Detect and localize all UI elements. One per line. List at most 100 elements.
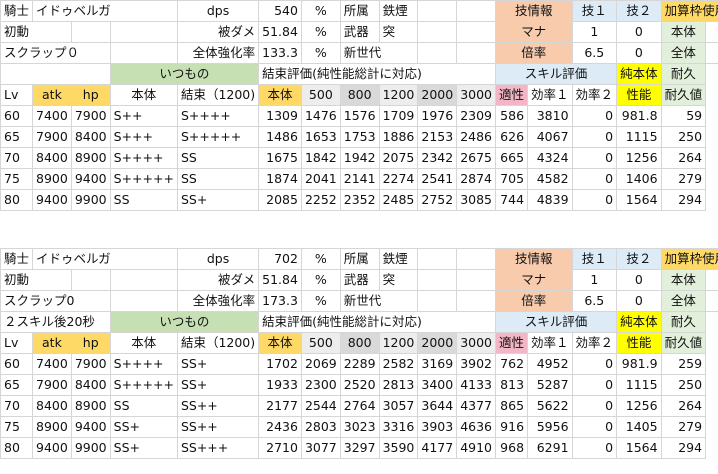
col-lv: Lv — [0, 332, 34, 354]
table-cell: 1115 — [616, 374, 662, 396]
table-cell: 3085 — [456, 189, 497, 211]
col-durability: 耐久値 — [660, 332, 707, 354]
table-row: 65 7900 8400 S+++ S+++++ 1486 1653 1753 1886 2153… — [0, 126, 718, 148]
table-cell: 4133 — [456, 374, 497, 396]
table-cell: 2252 — [300, 189, 341, 211]
table-row: 75 8900 9400 S+++++ SS 1874 2041 2141 2274 2541 28… — [0, 168, 718, 190]
table-cell: 1874 — [258, 168, 302, 190]
table-cell: 5622 — [527, 395, 573, 417]
table-cell: 1564 — [616, 437, 662, 459]
col-3000: 3000 — [456, 332, 497, 354]
table-cell: 2520 — [339, 374, 380, 396]
table-row: 80 9400 9900 SS SS+ 2085 2252 2352 2485 2752 3085 7… — [0, 189, 718, 211]
table-cell: SS — [176, 168, 260, 190]
overall-boost-label: 全体強化率 — [176, 42, 260, 64]
table-row: 80 9400 9900 SS+ SS+++ 2710 3077 3297 3590 4177 49… — [0, 437, 718, 459]
col-hp: hp — [70, 332, 111, 354]
table-cell: 80 — [0, 189, 34, 211]
affiliation-value: 鉄煙 — [378, 0, 419, 22]
table-cell: 2352 — [339, 189, 380, 211]
table-cell: 250 — [660, 126, 707, 148]
table-cell: 1576 — [339, 105, 380, 127]
table-cell: 4377 — [456, 395, 497, 417]
skill-eval-header: スキル評価 — [495, 63, 618, 85]
bond-eval-header: 結束評価(純性能総計に対応) — [258, 63, 497, 85]
table-cell: 1976 — [417, 105, 458, 127]
table-cell: 2300 — [300, 374, 341, 396]
table-cell: 264 — [660, 147, 707, 169]
generation-value: 新世代 — [339, 42, 419, 64]
overall-label: 全体 — [660, 290, 707, 312]
table-cell: 0 — [571, 353, 618, 375]
table-cell: 4177 — [417, 437, 458, 459]
table-cell: 981.8 — [616, 105, 662, 127]
table-cell: 279 — [660, 416, 707, 438]
table-cell: 6291 — [527, 437, 573, 459]
table-cell: 4582 — [527, 168, 573, 190]
table-cell: 2710 — [258, 437, 302, 459]
table-cell: 3810 — [527, 105, 573, 127]
data-body-2: 60 7400 7900 S++++ SS+ 1702 2069 2289 2582 3169 39… — [0, 353, 718, 459]
table-cell: 1256 — [616, 147, 662, 169]
affiliation-label: 所属 — [339, 248, 380, 270]
weapon-value: 突 — [378, 21, 419, 43]
table-cell: SS — [176, 147, 260, 169]
body-label: 本体 — [660, 269, 707, 291]
mana-skill1: 1 — [571, 269, 618, 291]
table-cell: 1564 — [616, 189, 662, 211]
table-block-1: 騎士 イドゥベルガ dps 540 % 所属 鉄煙 技情報 技１ 技２ 加算枠使… — [0, 0, 718, 211]
weapon-label: 武器 — [339, 21, 380, 43]
table-cell: 0 — [571, 168, 618, 190]
pct-unit: % — [300, 0, 341, 22]
table-cell: 8400 — [70, 126, 111, 148]
table-cell: 9400 — [70, 168, 111, 190]
col-2000: 2000 — [417, 332, 458, 354]
table-cell: 7900 — [32, 374, 72, 396]
table-cell: 0 — [571, 416, 618, 438]
info-row-2: 初動 被ダメ 51.84 % 武器 突 マナ 1 0 本体 0 — [0, 21, 718, 43]
table-cell: S+++++ — [109, 374, 178, 396]
col-body-score: 本体 — [258, 84, 302, 106]
table-cell: SS+ — [176, 374, 260, 396]
table-cell: 8400 — [32, 395, 72, 417]
table-cell: SS+ — [109, 416, 178, 438]
table-cell: 2141 — [339, 168, 380, 190]
usual-header: いつもの — [109, 63, 260, 85]
overall-usage: 0 — [705, 42, 718, 64]
table-cell: 7400 — [32, 353, 72, 375]
table-cell: 626 — [495, 126, 529, 148]
affiliation-value: 鉄煙 — [378, 248, 419, 270]
table-cell: 1933 — [258, 374, 302, 396]
col-lv: Lv — [0, 84, 34, 106]
pct-unit: % — [300, 290, 341, 312]
table-cell: 264 — [660, 395, 707, 417]
pct-unit: % — [300, 248, 341, 270]
table-cell: 2486 — [456, 126, 497, 148]
tech-info-header: 技情報 — [495, 248, 573, 270]
body-usage: 0 — [705, 21, 718, 43]
pct-unit: % — [300, 21, 341, 43]
table-cell: 9400 — [32, 437, 72, 459]
table-cell: 70 — [0, 395, 34, 417]
table-cell: 4636 — [456, 416, 497, 438]
initial-label: 初動 — [0, 21, 72, 43]
table-cell: 1476 — [300, 105, 341, 127]
table-cell: 59 — [660, 105, 707, 127]
initial-label: 初動 — [0, 269, 72, 291]
table-cell: S++ — [109, 105, 178, 127]
table-cell: 1653 — [300, 126, 341, 148]
table-cell: 2582 — [378, 353, 419, 375]
table-cell: 65 — [0, 126, 34, 148]
table-cell: S+++ — [109, 126, 178, 148]
dps-value: 702 — [258, 248, 302, 270]
col-performance: 性能 — [616, 332, 662, 354]
table-cell: 60 — [0, 353, 34, 375]
table-cell: 916 — [495, 416, 529, 438]
table-cell: SS++ — [176, 395, 260, 417]
table-cell: SS++ — [176, 416, 260, 438]
skill2-header: 技２ — [616, 248, 662, 270]
table-row: 75 8900 9400 SS+ SS++ 2436 2803 3023 3316 3903 463… — [0, 416, 718, 438]
durability-header: 耐久 — [660, 63, 707, 85]
table-cell: 2752 — [417, 189, 458, 211]
col-3000: 3000 — [456, 84, 497, 106]
